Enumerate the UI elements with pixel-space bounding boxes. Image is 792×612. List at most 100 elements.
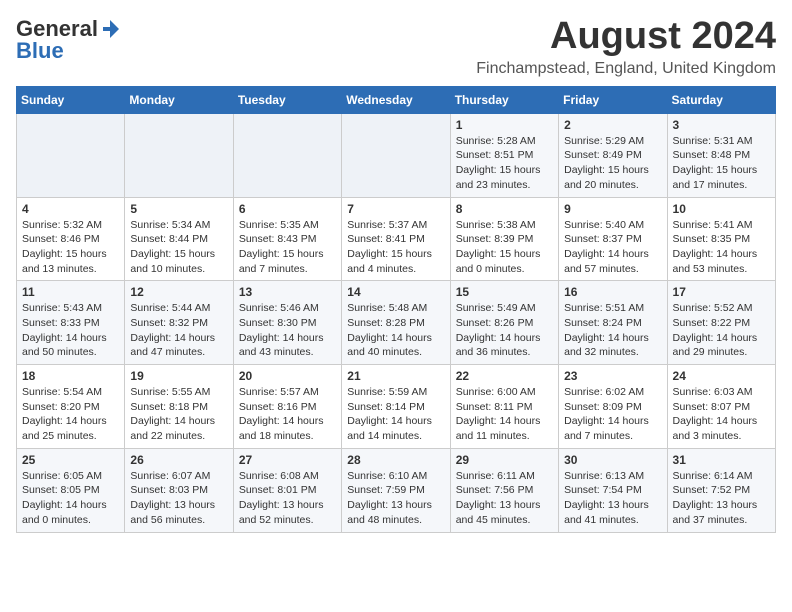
day-info: Sunrise: 5:38 AM Sunset: 8:39 PM Dayligh…: [456, 218, 553, 277]
day-info: Sunrise: 5:28 AM Sunset: 8:51 PM Dayligh…: [456, 134, 553, 193]
calendar-cell: 26 Sunrise: 6:07 AM Sunset: 8:03 PM Dayli…: [125, 448, 233, 532]
calendar-week-row: 18 Sunrise: 5:54 AM Sunset: 8:20 PM Dayli…: [17, 365, 776, 449]
day-number: 14: [347, 285, 444, 299]
day-info: Sunrise: 5:54 AM Sunset: 8:20 PM Dayligh…: [22, 385, 119, 444]
calendar-header-row: SundayMondayTuesdayWednesdayThursdayFrid…: [17, 86, 776, 113]
day-info: Sunrise: 5:48 AM Sunset: 8:28 PM Dayligh…: [347, 301, 444, 360]
day-number: 13: [239, 285, 336, 299]
calendar-cell: 7 Sunrise: 5:37 AM Sunset: 8:41 PM Daylig…: [342, 197, 450, 281]
day-number: 17: [673, 285, 770, 299]
day-number: 3: [673, 118, 770, 132]
calendar-day-header: Monday: [125, 86, 233, 113]
title-section: August 2024 Finchampstead, England, Unit…: [476, 16, 776, 78]
calendar-cell: [233, 113, 341, 197]
calendar-cell: 15 Sunrise: 5:49 AM Sunset: 8:26 PM Dayli…: [450, 281, 558, 365]
day-info: Sunrise: 6:07 AM Sunset: 8:03 PM Dayligh…: [130, 469, 227, 528]
day-number: 2: [564, 118, 661, 132]
calendar-cell: 25Sunrise: 6:05 AM Sunset: 8:05 PM Dayli…: [17, 448, 125, 532]
calendar-cell: 5Sunrise: 5:34 AM Sunset: 8:44 PM Daylig…: [125, 197, 233, 281]
day-number: 8: [456, 202, 553, 216]
calendar-cell: 28 Sunrise: 6:10 AM Sunset: 7:59 PM Dayli…: [342, 448, 450, 532]
calendar-cell: [17, 113, 125, 197]
day-info: Sunrise: 5:35 AM Sunset: 8:43 PM Dayligh…: [239, 218, 336, 277]
day-info: Sunrise: 5:31 AM Sunset: 8:48 PM Dayligh…: [673, 134, 770, 193]
day-number: 20: [239, 369, 336, 383]
day-number: 23: [564, 369, 661, 383]
calendar-cell: 10 Sunrise: 5:41 AM Sunset: 8:35 PM Dayli…: [667, 197, 775, 281]
calendar-cell: 4Sunrise: 5:32 AM Sunset: 8:46 PM Daylig…: [17, 197, 125, 281]
calendar-cell: [342, 113, 450, 197]
calendar-cell: 2 Sunrise: 5:29 AM Sunset: 8:49 PM Daylig…: [559, 113, 667, 197]
calendar-cell: 13 Sunrise: 5:46 AM Sunset: 8:30 PM Dayli…: [233, 281, 341, 365]
calendar-cell: 12 Sunrise: 5:44 AM Sunset: 8:32 PM Dayli…: [125, 281, 233, 365]
calendar-cell: 19Sunrise: 5:55 AM Sunset: 8:18 PM Dayli…: [125, 365, 233, 449]
day-info: Sunrise: 6:00 AM Sunset: 8:11 PM Dayligh…: [456, 385, 553, 444]
page-subtitle: Finchampstead, England, United Kingdom: [476, 60, 776, 78]
day-info: Sunrise: 5:57 AM Sunset: 8:16 PM Dayligh…: [239, 385, 336, 444]
day-number: 28: [347, 453, 444, 467]
day-info: Sunrise: 5:40 AM Sunset: 8:37 PM Dayligh…: [564, 218, 661, 277]
calendar-cell: 3 Sunrise: 5:31 AM Sunset: 8:48 PM Daylig…: [667, 113, 775, 197]
calendar-cell: 30 Sunrise: 6:13 AM Sunset: 7:54 PM Dayli…: [559, 448, 667, 532]
day-number: 22: [456, 369, 553, 383]
calendar-day-header: Friday: [559, 86, 667, 113]
calendar-week-row: 4Sunrise: 5:32 AM Sunset: 8:46 PM Daylig…: [17, 197, 776, 281]
day-number: 10: [673, 202, 770, 216]
calendar-cell: 23 Sunrise: 6:02 AM Sunset: 8:09 PM Dayli…: [559, 365, 667, 449]
logo-icon: [99, 18, 121, 40]
calendar-cell: 27Sunrise: 6:08 AM Sunset: 8:01 PM Dayli…: [233, 448, 341, 532]
day-info: Sunrise: 6:13 AM Sunset: 7:54 PM Dayligh…: [564, 469, 661, 528]
calendar-cell: 22 Sunrise: 6:00 AM Sunset: 8:11 PM Dayli…: [450, 365, 558, 449]
calendar-day-header: Tuesday: [233, 86, 341, 113]
day-number: 9: [564, 202, 661, 216]
day-number: 12: [130, 285, 227, 299]
calendar-cell: 21 Sunrise: 5:59 AM Sunset: 8:14 PM Dayli…: [342, 365, 450, 449]
day-info: Sunrise: 5:29 AM Sunset: 8:49 PM Dayligh…: [564, 134, 661, 193]
day-number: 21: [347, 369, 444, 383]
calendar-day-header: Thursday: [450, 86, 558, 113]
day-info: Sunrise: 5:49 AM Sunset: 8:26 PM Dayligh…: [456, 301, 553, 360]
day-info: Sunrise: 5:37 AM Sunset: 8:41 PM Dayligh…: [347, 218, 444, 277]
calendar-day-header: Saturday: [667, 86, 775, 113]
calendar-cell: 14 Sunrise: 5:48 AM Sunset: 8:28 PM Dayli…: [342, 281, 450, 365]
day-number: 15: [456, 285, 553, 299]
day-info: Sunrise: 5:34 AM Sunset: 8:44 PM Dayligh…: [130, 218, 227, 277]
day-number: 7: [347, 202, 444, 216]
day-info: Sunrise: 6:02 AM Sunset: 8:09 PM Dayligh…: [564, 385, 661, 444]
day-number: 25: [22, 453, 119, 467]
logo: General Blue: [16, 16, 122, 64]
day-info: Sunrise: 6:14 AM Sunset: 7:52 PM Dayligh…: [673, 469, 770, 528]
calendar-cell: 9 Sunrise: 5:40 AM Sunset: 8:37 PM Daylig…: [559, 197, 667, 281]
calendar-week-row: 1 Sunrise: 5:28 AM Sunset: 8:51 PM Daylig…: [17, 113, 776, 197]
page-title: August 2024: [476, 16, 776, 58]
day-info: Sunrise: 5:46 AM Sunset: 8:30 PM Dayligh…: [239, 301, 336, 360]
day-info: Sunrise: 5:59 AM Sunset: 8:14 PM Dayligh…: [347, 385, 444, 444]
calendar-cell: 17 Sunrise: 5:52 AM Sunset: 8:22 PM Dayli…: [667, 281, 775, 365]
calendar-day-header: Sunday: [17, 86, 125, 113]
day-number: 4: [22, 202, 119, 216]
day-number: 11: [22, 285, 119, 299]
day-info: Sunrise: 5:44 AM Sunset: 8:32 PM Dayligh…: [130, 301, 227, 360]
calendar-cell: 24 Sunrise: 6:03 AM Sunset: 8:07 PM Dayli…: [667, 365, 775, 449]
calendar-cell: [125, 113, 233, 197]
day-number: 27: [239, 453, 336, 467]
calendar-week-row: 11 Sunrise: 5:43 AM Sunset: 8:33 PM Dayli…: [17, 281, 776, 365]
day-info: Sunrise: 6:10 AM Sunset: 7:59 PM Dayligh…: [347, 469, 444, 528]
day-info: Sunrise: 5:52 AM Sunset: 8:22 PM Dayligh…: [673, 301, 770, 360]
day-number: 18: [22, 369, 119, 383]
day-number: 26: [130, 453, 227, 467]
calendar-table: SundayMondayTuesdayWednesdayThursdayFrid…: [16, 86, 776, 533]
day-info: Sunrise: 5:41 AM Sunset: 8:35 PM Dayligh…: [673, 218, 770, 277]
day-info: Sunrise: 6:03 AM Sunset: 8:07 PM Dayligh…: [673, 385, 770, 444]
calendar-cell: 31Sunrise: 6:14 AM Sunset: 7:52 PM Dayli…: [667, 448, 775, 532]
day-number: 24: [673, 369, 770, 383]
day-info: Sunrise: 5:43 AM Sunset: 8:33 PM Dayligh…: [22, 301, 119, 360]
calendar-cell: 18 Sunrise: 5:54 AM Sunset: 8:20 PM Dayli…: [17, 365, 125, 449]
page-header: General Blue August 2024 Finchampstead, …: [16, 16, 776, 78]
day-info: Sunrise: 5:55 AM Sunset: 8:18 PM Dayligh…: [130, 385, 227, 444]
calendar-cell: 16Sunrise: 5:51 AM Sunset: 8:24 PM Dayli…: [559, 281, 667, 365]
calendar-cell: 6Sunrise: 5:35 AM Sunset: 8:43 PM Daylig…: [233, 197, 341, 281]
logo-blue-text: Blue: [16, 38, 64, 64]
day-number: 30: [564, 453, 661, 467]
day-number: 1: [456, 118, 553, 132]
